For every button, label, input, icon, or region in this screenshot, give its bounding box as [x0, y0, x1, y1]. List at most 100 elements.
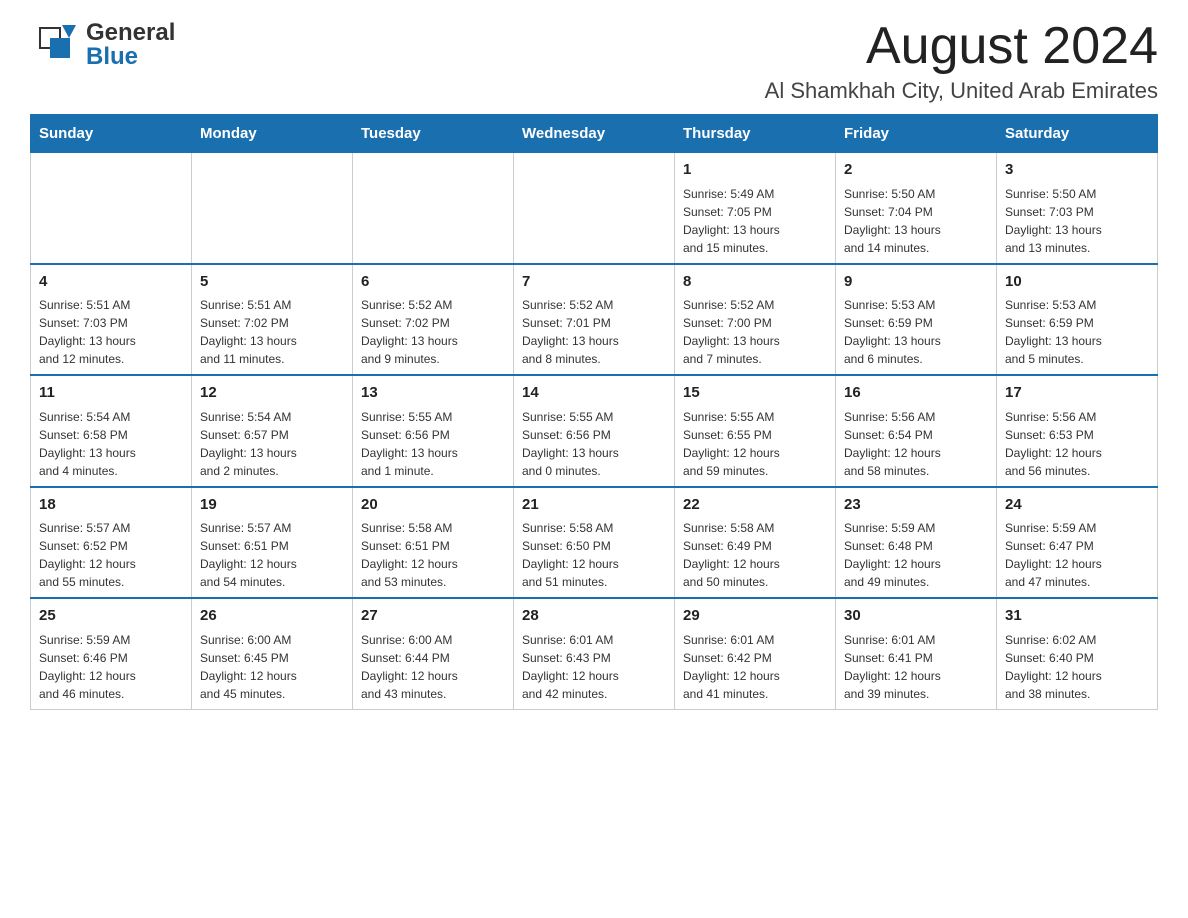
logo: General Blue: [30, 20, 175, 70]
day-info: and 14 minutes.: [844, 239, 988, 257]
calendar-title: August 2024: [765, 20, 1158, 72]
day-info: Sunset: 6:46 PM: [39, 649, 183, 667]
calendar-cell: 19Sunrise: 5:57 AMSunset: 6:51 PMDayligh…: [192, 487, 353, 599]
page-header: General Blue August 2024 Al Shamkhah Cit…: [30, 20, 1158, 104]
day-number: 29: [683, 605, 827, 628]
day-info: Daylight: 12 hours: [683, 444, 827, 462]
day-info: and 51 minutes.: [522, 573, 666, 591]
day-info: Daylight: 13 hours: [683, 221, 827, 239]
day-info: Daylight: 12 hours: [844, 667, 988, 685]
calendar-cell: 12Sunrise: 5:54 AMSunset: 6:57 PMDayligh…: [192, 375, 353, 487]
calendar-cell: 10Sunrise: 5:53 AMSunset: 6:59 PMDayligh…: [997, 264, 1158, 376]
day-info: Sunrise: 6:01 AM: [683, 631, 827, 649]
day-info: Sunset: 6:49 PM: [683, 537, 827, 555]
day-info: Sunrise: 5:52 AM: [522, 296, 666, 314]
calendar-cell: [192, 153, 353, 264]
day-info: Sunset: 6:56 PM: [522, 426, 666, 444]
day-info: Sunrise: 6:02 AM: [1005, 631, 1149, 649]
day-info: Sunset: 6:51 PM: [361, 537, 505, 555]
header-wednesday: Wednesday: [514, 115, 675, 153]
calendar-subtitle: Al Shamkhah City, United Arab Emirates: [765, 78, 1158, 104]
day-info: Sunset: 6:57 PM: [200, 426, 344, 444]
calendar-cell: 31 Sunrise: 6:02 AMSunset: 6:40 PMDayligh…: [997, 598, 1158, 709]
day-info: Sunrise: 5:51 AM: [39, 296, 183, 314]
day-info: and 56 minutes.: [1005, 462, 1149, 480]
day-info: and 4 minutes.: [39, 462, 183, 480]
day-number: 27: [361, 605, 505, 628]
calendar-cell: 24Sunrise: 5:59 AMSunset: 6:47 PMDayligh…: [997, 487, 1158, 599]
day-number: 26: [200, 605, 344, 628]
day-info: and 45 minutes.: [200, 685, 344, 703]
day-number: 18: [39, 494, 183, 517]
calendar-cell: 15Sunrise: 5:55 AMSunset: 6:55 PMDayligh…: [675, 375, 836, 487]
calendar-cell: 18Sunrise: 5:57 AMSunset: 6:52 PMDayligh…: [31, 487, 192, 599]
day-info: Sunset: 6:40 PM: [1005, 649, 1149, 667]
day-info: and 15 minutes.: [683, 239, 827, 257]
day-number: 11: [39, 382, 183, 405]
day-info: and 50 minutes.: [683, 573, 827, 591]
day-info: Sunrise: 6:01 AM: [844, 631, 988, 649]
day-info: Sunset: 7:01 PM: [522, 314, 666, 332]
day-number: 25: [39, 605, 183, 628]
day-number: 31: [1005, 605, 1149, 628]
day-info: Sunrise: 5:51 AM: [200, 296, 344, 314]
day-info: Sunrise: 5:55 AM: [522, 408, 666, 426]
day-info: and 13 minutes.: [1005, 239, 1149, 257]
day-info: Sunrise: 5:50 AM: [844, 185, 988, 203]
day-number: 17: [1005, 382, 1149, 405]
calendar-cell: 21Sunrise: 5:58 AMSunset: 6:50 PMDayligh…: [514, 487, 675, 599]
day-info: Daylight: 12 hours: [361, 667, 505, 685]
calendar-cell: 25Sunrise: 5:59 AMSunset: 6:46 PMDayligh…: [31, 598, 192, 709]
day-info: and 9 minutes.: [361, 350, 505, 368]
day-info: Daylight: 13 hours: [844, 332, 988, 350]
day-info: and 0 minutes.: [522, 462, 666, 480]
day-info: Sunset: 7:03 PM: [39, 314, 183, 332]
day-info: Sunset: 6:52 PM: [39, 537, 183, 555]
calendar-cell: 16Sunrise: 5:56 AMSunset: 6:54 PMDayligh…: [836, 375, 997, 487]
day-info: and 59 minutes.: [683, 462, 827, 480]
day-number: 22: [683, 494, 827, 517]
day-info: Sunset: 6:44 PM: [361, 649, 505, 667]
calendar-week-2: 4Sunrise: 5:51 AMSunset: 7:03 PMDaylight…: [31, 264, 1158, 376]
day-number: 23: [844, 494, 988, 517]
day-number: 21: [522, 494, 666, 517]
header-tuesday: Tuesday: [353, 115, 514, 153]
day-info: Daylight: 12 hours: [200, 555, 344, 573]
day-info: and 11 minutes.: [200, 350, 344, 368]
day-info: Sunset: 6:42 PM: [683, 649, 827, 667]
day-number: 4: [39, 271, 183, 294]
day-info: Sunset: 7:04 PM: [844, 203, 988, 221]
day-info: Sunrise: 5:54 AM: [39, 408, 183, 426]
calendar-week-1: 1Sunrise: 5:49 AMSunset: 7:05 PMDaylight…: [31, 153, 1158, 264]
day-info: and 12 minutes.: [39, 350, 183, 368]
day-info: Sunset: 6:56 PM: [361, 426, 505, 444]
day-info: and 49 minutes.: [844, 573, 988, 591]
day-info: Sunset: 6:45 PM: [200, 649, 344, 667]
calendar-cell: 6Sunrise: 5:52 AMSunset: 7:02 PMDaylight…: [353, 264, 514, 376]
calendar-cell: 17Sunrise: 5:56 AMSunset: 6:53 PMDayligh…: [997, 375, 1158, 487]
calendar-cell: 26Sunrise: 6:00 AMSunset: 6:45 PMDayligh…: [192, 598, 353, 709]
calendar-cell: 28Sunrise: 6:01 AMSunset: 6:43 PMDayligh…: [514, 598, 675, 709]
day-info: Sunset: 6:58 PM: [39, 426, 183, 444]
day-info: Daylight: 13 hours: [1005, 221, 1149, 239]
day-info: Sunrise: 5:54 AM: [200, 408, 344, 426]
day-info: Sunrise: 5:53 AM: [844, 296, 988, 314]
day-info: and 46 minutes.: [39, 685, 183, 703]
day-info: Daylight: 12 hours: [1005, 667, 1149, 685]
header-thursday: Thursday: [675, 115, 836, 153]
day-info: Daylight: 12 hours: [361, 555, 505, 573]
day-info: Daylight: 13 hours: [522, 332, 666, 350]
day-info: and 38 minutes.: [1005, 685, 1149, 703]
day-number: 10: [1005, 271, 1149, 294]
calendar-cell: 20Sunrise: 5:58 AMSunset: 6:51 PMDayligh…: [353, 487, 514, 599]
day-info: Daylight: 13 hours: [361, 332, 505, 350]
day-info: and 41 minutes.: [683, 685, 827, 703]
day-info: Sunrise: 5:59 AM: [1005, 519, 1149, 537]
calendar-cell: 11Sunrise: 5:54 AMSunset: 6:58 PMDayligh…: [31, 375, 192, 487]
calendar-cell: 13Sunrise: 5:55 AMSunset: 6:56 PMDayligh…: [353, 375, 514, 487]
day-info: and 55 minutes.: [39, 573, 183, 591]
header-monday: Monday: [192, 115, 353, 153]
calendar-cell: 9Sunrise: 5:53 AMSunset: 6:59 PMDaylight…: [836, 264, 997, 376]
day-info: Sunset: 7:03 PM: [1005, 203, 1149, 221]
day-number: 28: [522, 605, 666, 628]
